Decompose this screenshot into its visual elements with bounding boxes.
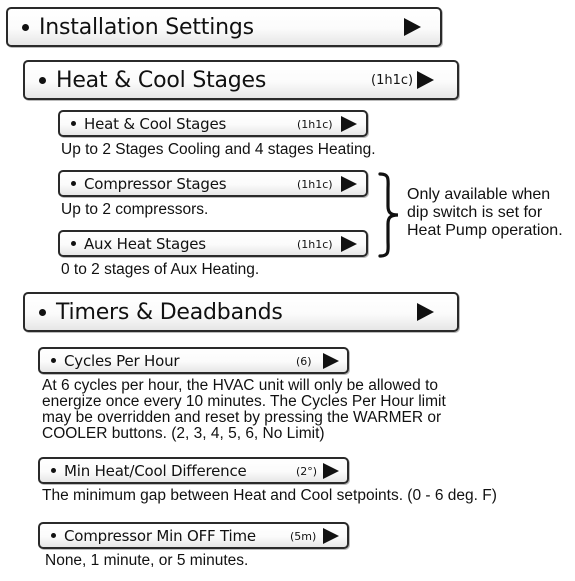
play-arrow-icon xyxy=(323,353,339,369)
cycles-per-hour-label: Cycles Per Hour xyxy=(64,351,180,370)
aux-heat-stages-label: Aux Heat Stages xyxy=(84,234,206,253)
compressor-min-off-time-description: None, 1 minute, or 5 minutes. xyxy=(45,552,249,569)
heat-pump-note: Only available when dip switch is set fo… xyxy=(407,186,563,239)
aux-heat-stages-value: (1h1c) xyxy=(297,238,333,251)
heat-cool-stages-value: (1h1c) xyxy=(297,118,333,131)
heat-cool-stages-button[interactable]: Heat & Cool Stages (1h1c) xyxy=(58,110,368,137)
min-heat-cool-difference-label: Min Heat/Cool Difference xyxy=(64,461,247,480)
bullet-icon xyxy=(51,533,56,538)
bullet-icon xyxy=(51,358,56,363)
bullet-icon xyxy=(71,181,76,186)
heat-cool-stages-label: Heat & Cool Stages xyxy=(84,114,227,133)
heat-cool-stages-section-value: (1h1c) xyxy=(371,73,414,88)
bullet-icon xyxy=(71,121,76,126)
compressor-min-off-time-value: (5m) xyxy=(290,530,317,543)
bullet-icon xyxy=(51,468,56,473)
curly-brace-icon xyxy=(378,172,399,258)
bullet-icon xyxy=(22,23,29,31)
installation-settings-button[interactable]: Installation Settings xyxy=(6,7,442,47)
min-heat-cool-difference-value: (2°) xyxy=(296,465,318,478)
compressor-stages-button[interactable]: Compressor Stages (1h1c) xyxy=(58,170,368,197)
play-arrow-icon xyxy=(417,303,434,321)
play-arrow-icon xyxy=(323,528,339,544)
compressor-min-off-time-label: Compressor Min OFF Time xyxy=(64,526,256,545)
compressor-stages-label: Compressor Stages xyxy=(84,174,227,193)
timers-deadbands-section-label: Timers & Deadbands xyxy=(56,299,283,325)
installation-settings-label: Installation Settings xyxy=(39,14,254,40)
bullet-icon xyxy=(71,241,76,246)
bullet-icon xyxy=(39,76,46,84)
play-arrow-icon xyxy=(341,236,357,252)
play-arrow-icon xyxy=(404,18,421,36)
compressor-min-off-time-button[interactable]: Compressor Min OFF Time (5m) xyxy=(38,522,349,549)
bullet-icon xyxy=(39,308,46,316)
compressor-stages-description: Up to 2 compressors. xyxy=(61,201,209,218)
heat-cool-stages-section-button[interactable]: Heat & Cool Stages (1h1c) xyxy=(23,60,459,100)
play-arrow-icon xyxy=(417,71,434,89)
heat-cool-stages-section-label: Heat & Cool Stages xyxy=(56,67,267,93)
cycles-per-hour-button[interactable]: Cycles Per Hour (6) xyxy=(38,347,349,374)
play-arrow-icon xyxy=(341,176,357,192)
min-heat-cool-difference-description: The minimum gap between Heat and Cool se… xyxy=(42,487,497,504)
aux-heat-stages-description: 0 to 2 stages of Aux Heating. xyxy=(61,261,260,278)
heat-cool-stages-description: Up to 2 Stages Cooling and 4 stages Heat… xyxy=(61,141,376,158)
cycles-per-hour-description: At 6 cycles per hour, the HVAC unit will… xyxy=(42,377,446,442)
play-arrow-icon xyxy=(323,463,339,479)
timers-deadbands-section-button[interactable]: Timers & Deadbands xyxy=(23,292,459,332)
compressor-stages-value: (1h1c) xyxy=(297,178,333,191)
play-arrow-icon xyxy=(341,116,357,132)
min-heat-cool-difference-button[interactable]: Min Heat/Cool Difference (2°) xyxy=(38,457,349,484)
cycles-per-hour-value: (6) xyxy=(296,355,312,368)
aux-heat-stages-button[interactable]: Aux Heat Stages (1h1c) xyxy=(58,230,368,257)
